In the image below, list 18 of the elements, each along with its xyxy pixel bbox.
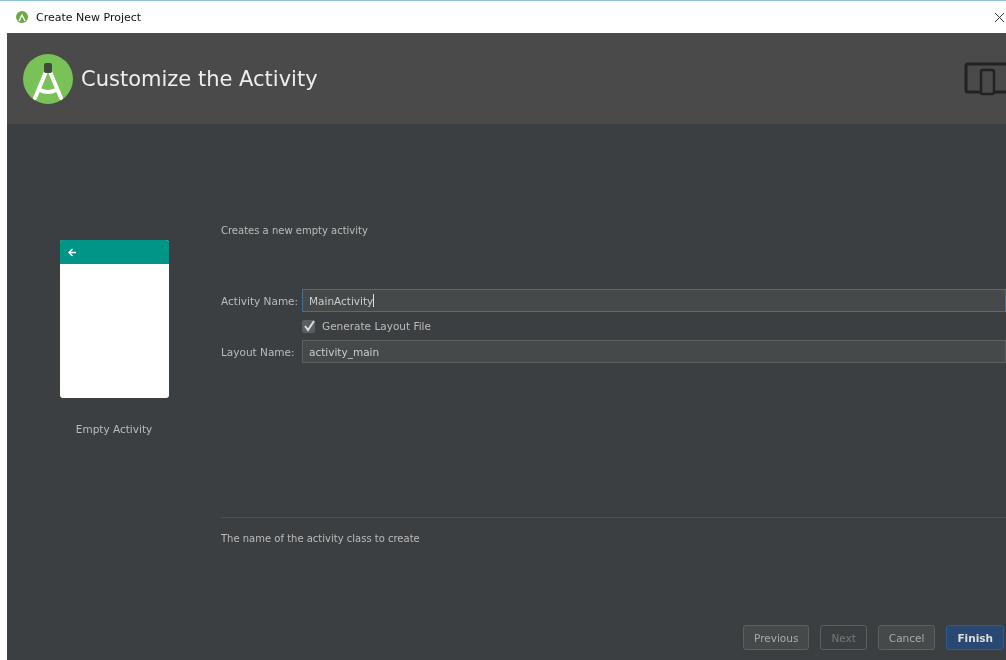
wizard-button[interactable]: Cancel xyxy=(877,625,936,650)
page-title: Customize the Activity xyxy=(81,66,318,91)
field-label: Activity Name: xyxy=(221,294,300,307)
wizard-button[interactable]: Previous xyxy=(743,625,810,650)
android-studio-logo-icon xyxy=(23,53,73,104)
input-field[interactable]: activity_main xyxy=(302,340,1006,363)
template-name: Empty Activity xyxy=(75,423,153,435)
app-icon xyxy=(16,11,28,23)
checkbox[interactable] xyxy=(302,319,315,333)
close-icon[interactable] xyxy=(995,12,1004,22)
window-title: Create New Project xyxy=(36,10,142,24)
checkbox-label[interactable]: Generate Layout File xyxy=(322,320,431,332)
help-text: The name of the activity class to create xyxy=(221,533,420,544)
back-arrow-icon xyxy=(67,247,77,257)
description: Creates a new empty activity xyxy=(221,225,369,236)
wizard-button[interactable]: Finish xyxy=(946,625,1004,650)
field-label: Layout Name: xyxy=(221,345,296,358)
input-field[interactable]: MainActivity xyxy=(302,289,1006,312)
